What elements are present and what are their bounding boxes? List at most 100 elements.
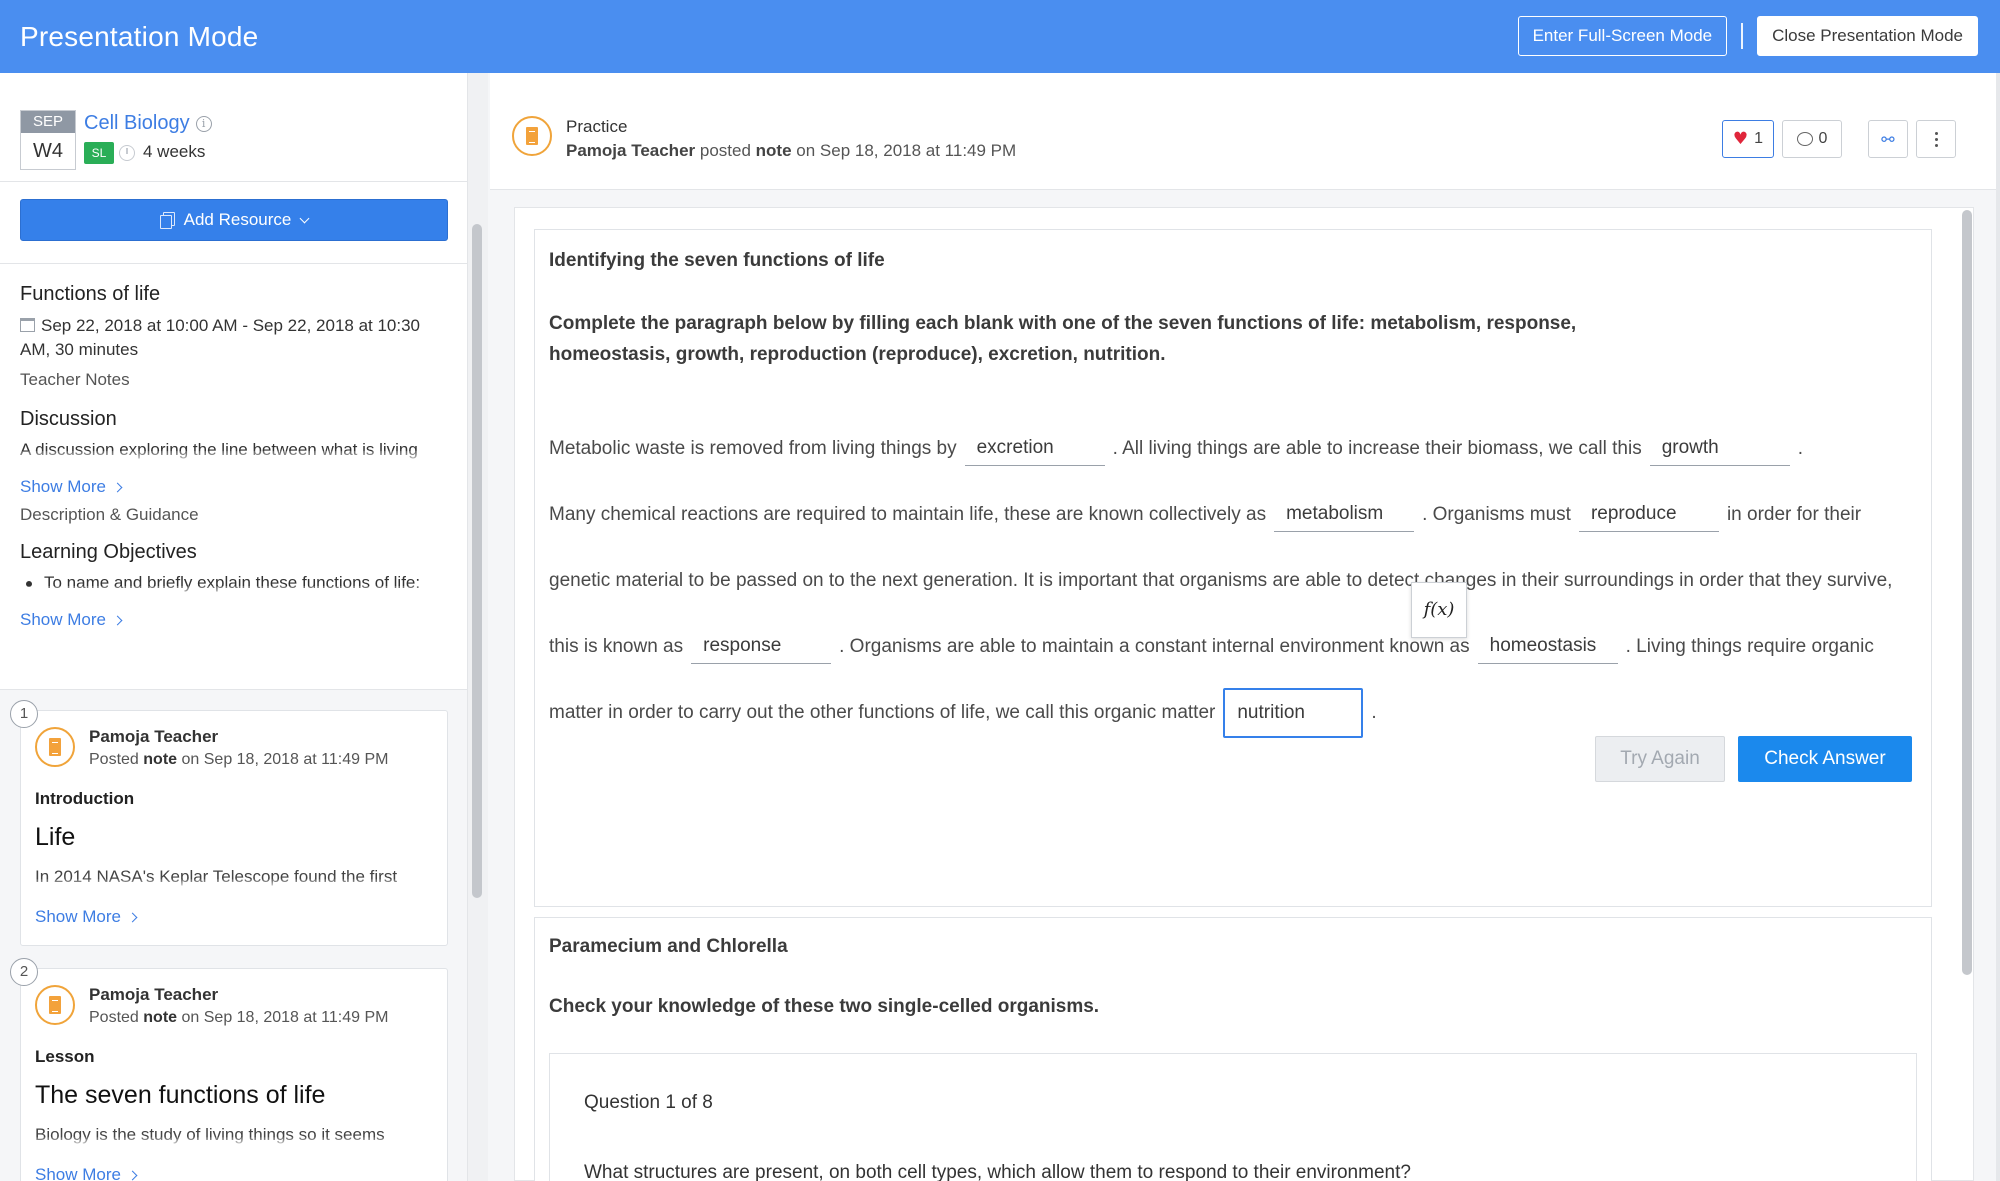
paragraph-text: . Organisms must <box>1422 504 1571 525</box>
card-posted: Posted <box>89 1009 139 1026</box>
like-button[interactable]: ♥ 1 <box>1721 120 1774 158</box>
card-number-badge: 1 <box>10 700 38 728</box>
post-actions: ♥ 1 0 ⚯ <box>1721 120 1956 158</box>
week-label: W4 <box>33 140 63 162</box>
question-number: Question 1 of 8 <box>584 1092 713 1113</box>
topbar-separator <box>1741 23 1744 49</box>
card-title: The seven functions of life <box>35 1081 326 1109</box>
content-scrollbar[interactable] <box>1962 210 1972 975</box>
discussion-text: A discussion exploring the line between … <box>20 437 450 465</box>
comment-icon <box>1796 132 1813 146</box>
month-label: SEP <box>21 111 75 133</box>
question-text: What structures are present, on both cel… <box>584 1162 1411 1181</box>
event-title: Functions of life <box>20 283 161 305</box>
objectives-show-more[interactable]: Show More <box>20 610 450 630</box>
more-options-button[interactable] <box>1916 120 1956 158</box>
post-date: on Sep 18, 2018 at 11:49 PM <box>796 141 1017 160</box>
chevron-down-icon <box>299 213 310 223</box>
sidebar-scrollbar[interactable] <box>472 224 482 898</box>
chevron-right-icon <box>112 482 123 492</box>
exercise-instructions: Complete the paragraph below by filling … <box>549 313 1577 365</box>
add-resource-label: Add Resource <box>183 210 292 229</box>
info-icon[interactable]: i <box>195 116 212 132</box>
show-more-label: Show More <box>35 907 121 926</box>
sidebar-divider <box>0 263 467 264</box>
more-vertical-icon <box>1934 131 1938 147</box>
exercise-title: Paramecium and Chlorella <box>549 936 788 957</box>
chevron-right-icon <box>112 615 123 625</box>
try-again-button[interactable]: Try Again <box>1595 736 1725 782</box>
sidebar: SEP W4 Cell Biology i SL 4 weeks Add Reso… <box>0 73 468 1181</box>
card-title: Life <box>35 823 76 851</box>
card-meta: Posted note on Sep 18, 2018 at 11:49 PM <box>89 1009 388 1027</box>
course-title[interactable]: Cell Biology <box>84 112 190 134</box>
resource-feed: Pamoja Teacher Posted note on Sep 18, 20… <box>0 690 467 1181</box>
formula-button[interactable]: f(x) <box>1411 582 1467 638</box>
show-more-link[interactable]: Show More <box>20 610 123 630</box>
card-snippet: In 2014 NASA's Keplar Telescope found th… <box>35 867 435 889</box>
objective-item: To name and briefly explain these functi… <box>20 570 450 598</box>
feed-card[interactable]: Pamoja Teacher Posted note on Sep 18, 20… <box>20 968 448 1181</box>
show-more-link[interactable]: Show More <box>35 1165 138 1181</box>
blank-input[interactable]: metabolism <box>1274 497 1415 533</box>
feed-card[interactable]: Pamoja Teacher Posted note on Sep 18, 20… <box>20 710 448 946</box>
card-date: on Sep 18, 2018 at 11:49 PM <box>181 1009 389 1026</box>
card-show-more[interactable]: Show More <box>35 1165 138 1181</box>
post-header: Practice Pamoja Teacher posted note on S… <box>490 73 1996 190</box>
discussion-heading: Discussion <box>20 408 117 430</box>
topbar-actions: Enter Full-Screen Mode Close Presentatio… <box>1517 16 1978 56</box>
show-more-link[interactable]: Show More <box>20 477 123 497</box>
discussion-show-more[interactable]: Show More <box>20 477 450 497</box>
paragraph-text: . Organisms are able to maintain a const… <box>839 636 1470 657</box>
post-author: Pamoja Teacher <box>566 141 696 160</box>
card-snippet: Biology is the study of living things so… <box>35 1125 435 1147</box>
event-datetime: Sep 22, 2018 at 10:00 AM - Sep 22, 2018 … <box>20 314 450 362</box>
show-more-link[interactable]: Show More <box>35 907 138 927</box>
card-posted: Posted <box>89 751 139 768</box>
close-presentation-button[interactable]: Close Presentation Mode <box>1757 16 1978 56</box>
paragraph-text: . All living things are able to increase… <box>1112 438 1642 459</box>
course-title-link[interactable]: Cell Biology i <box>84 112 212 135</box>
paragraph-text: . <box>1371 702 1377 723</box>
post-type: note <box>755 141 792 160</box>
exercise-title: Identifying the seven functions of life <box>549 250 885 271</box>
check-answer-button[interactable]: Check Answer <box>1738 736 1912 782</box>
window-edge <box>1996 73 2000 1181</box>
level-badge: SL <box>84 142 114 164</box>
exercise-card: Identifying the seven functions of life … <box>534 229 1932 907</box>
note-icon <box>35 727 75 767</box>
blank-input[interactable]: reproduce <box>1578 497 1719 533</box>
blank-input[interactable]: excretion <box>964 431 1105 467</box>
comment-count: 0 <box>1818 130 1828 147</box>
heart-icon: ♥ <box>1732 129 1749 149</box>
event-datetime-text: Sep 22, 2018 at 10:00 AM - Sep 22, 2018 … <box>20 316 421 359</box>
presentation-topbar: Presentation Mode Enter Full-Screen Mode… <box>0 0 2000 73</box>
show-more-label: Show More <box>20 610 106 629</box>
card-type: note <box>143 1009 178 1026</box>
description-guidance-label: Description & Guidance <box>20 505 199 524</box>
card-show-more[interactable]: Show More <box>35 907 138 927</box>
card-author: Pamoja Teacher <box>89 727 219 746</box>
copy-link-button[interactable]: ⚯ <box>1868 120 1908 158</box>
page-title: Presentation Mode <box>20 20 259 52</box>
paragraph-text: Many chemical reactions are required to … <box>549 504 1267 525</box>
exercise-subtitle: Check your knowledge of these two single… <box>549 996 1100 1017</box>
course-header: SEP W4 Cell Biology i SL 4 weeks <box>20 110 450 170</box>
card-meta: Posted note on Sep 18, 2018 at 11:49 PM <box>89 751 388 769</box>
fill-in-paragraph: Metabolic waste is removed from living t… <box>549 416 1919 746</box>
teacher-notes-label: Teacher Notes <box>20 370 130 389</box>
blank-input[interactable]: response <box>691 629 832 665</box>
card-category: Introduction <box>35 789 135 808</box>
paragraph-text: . <box>1797 438 1803 459</box>
question-box: Question 1 of 8 What structures are pres… <box>549 1053 1917 1181</box>
copy-icon <box>159 212 175 229</box>
enter-fullscreen-button[interactable]: Enter Full-Screen Mode <box>1517 16 1728 56</box>
chevron-right-icon <box>127 1170 138 1180</box>
add-resource-button[interactable]: Add Resource <box>20 199 448 241</box>
blank-input-focused[interactable]: nutrition <box>1223 687 1364 738</box>
post-meta: Pamoja Teacher posted note on Sep 18, 20… <box>566 141 1016 161</box>
comment-button[interactable]: 0 <box>1782 120 1842 158</box>
blank-input[interactable]: homeostasis <box>1477 629 1618 665</box>
blank-input[interactable]: growth <box>1649 431 1790 467</box>
note-icon <box>512 116 552 156</box>
